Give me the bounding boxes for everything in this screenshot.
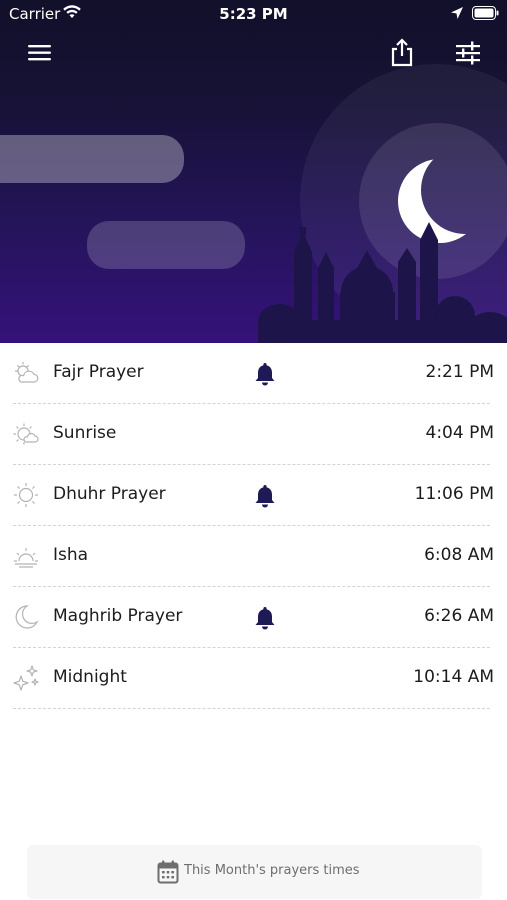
prayer-time: 6:08 AM [424, 545, 494, 565]
prayer-name: Sunrise [53, 423, 117, 443]
bell-icon[interactable] [253, 483, 277, 509]
header-banner: Carrier 5:23 PM [0, 0, 507, 343]
sunset-icon [14, 548, 38, 568]
calendar-icon [157, 860, 179, 884]
settings-button[interactable] [452, 37, 484, 69]
share-icon [391, 38, 413, 67]
prayer-name: Maghrib Prayer [53, 606, 183, 626]
prayer-time: 11:06 PM [414, 484, 494, 504]
bell-icon[interactable] [253, 605, 277, 631]
moon-icon [15, 605, 39, 629]
prayer-time: 4:04 PM [425, 423, 495, 443]
monthly-prayer-times-button[interactable]: This Month's prayers times [27, 845, 482, 899]
menu-button[interactable] [24, 37, 56, 69]
sunrise-icon [13, 423, 39, 445]
sun-icon [14, 483, 38, 507]
prayer-time: 10:14 AM [413, 667, 494, 687]
menu-icon [28, 45, 51, 61]
prayer-row-midnight: Midnight 10:14 AM [0, 648, 507, 709]
prayer-row-fajr: Fajr Prayer 2:21 PM [0, 343, 507, 404]
prayer-name: Dhuhr Prayer [53, 484, 166, 504]
prayer-row-dhuhr: Dhuhr Prayer 11:06 PM [0, 465, 507, 526]
cloud-sun-icon [15, 362, 39, 383]
row-divider [13, 708, 490, 709]
sliders-icon [456, 41, 480, 65]
prayer-name: Isha [53, 545, 89, 565]
prayer-time: 6:26 AM [424, 606, 494, 626]
monthly-button-label: This Month's prayers times [184, 863, 360, 878]
share-button[interactable] [386, 37, 418, 69]
prayer-name: Midnight [53, 667, 127, 687]
prayer-row-isha: Isha 6:08 AM [0, 526, 507, 587]
prayer-name: Fajr Prayer [53, 362, 144, 382]
prayer-row-sunrise: Sunrise 4:04 PM [0, 404, 507, 465]
prayer-time: 2:21 PM [425, 362, 495, 382]
mosque-silhouette-illustration [258, 222, 507, 343]
bell-icon[interactable] [253, 361, 277, 387]
stars-icon [13, 665, 39, 691]
prayer-row-maghrib: Maghrib Prayer 6:26 AM [0, 587, 507, 648]
